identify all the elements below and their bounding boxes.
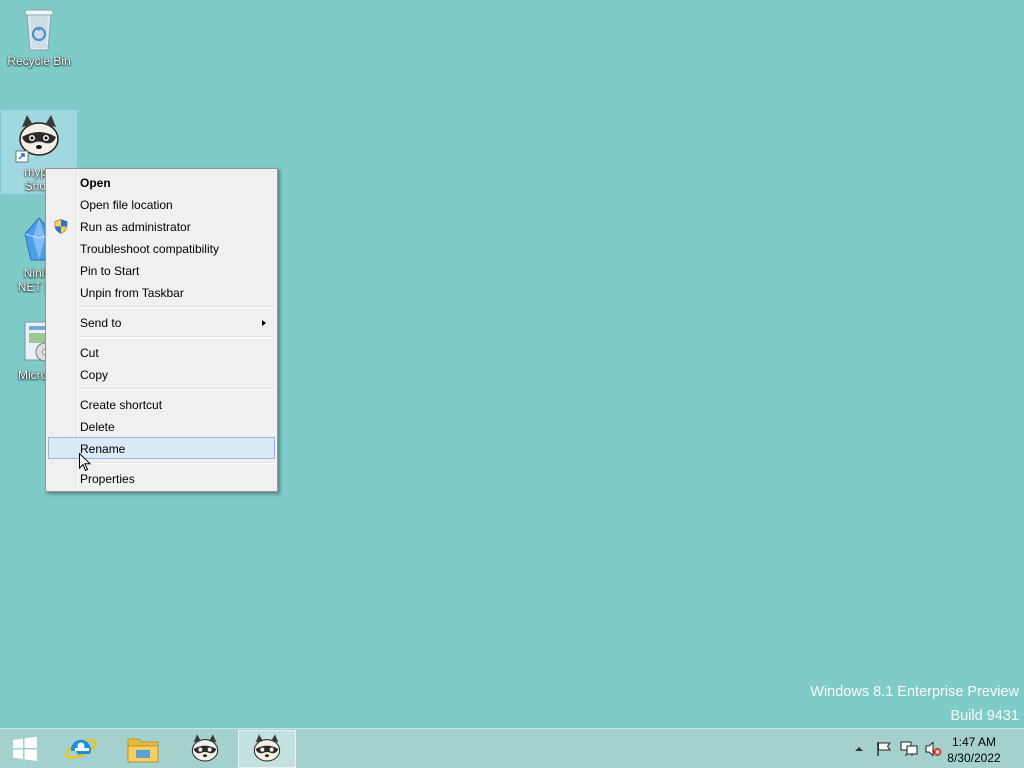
desktop-icon-recycle-bin[interactable]: Recycle Bin: [1, 6, 77, 74]
menu-item-pin-to-start[interactable]: Pin to Start: [48, 259, 275, 281]
file-explorer-icon: [127, 738, 159, 763]
clock-date: 8/30/2022: [947, 751, 1001, 765]
menu-item-label: Open: [80, 176, 111, 190]
show-hidden-icons-chevron-icon[interactable]: [854, 745, 864, 752]
system-tray: 1:47 AM 8/30/2022: [834, 729, 1024, 768]
menu-item-run-as-administrator[interactable]: Run as administrator: [48, 215, 275, 237]
menu-item-label: Copy: [80, 368, 109, 382]
taskbar: 1:47 AM 8/30/2022: [0, 728, 1024, 768]
taskbar-clock[interactable]: 1:47 AM 8/30/2022: [939, 734, 1009, 766]
menu-item-troubleshoot-compatibility[interactable]: Troubleshoot compatibility: [48, 237, 275, 259]
menu-item-open[interactable]: Open: [48, 171, 275, 193]
menu-separator: [78, 336, 275, 338]
uac-shield-icon: [54, 219, 68, 234]
menu-item-label: Create shortcut: [80, 398, 163, 412]
menu-item-unpin-from-taskbar[interactable]: Unpin from Taskbar: [48, 281, 275, 303]
raccoon-app-icon: [191, 734, 219, 762]
menu-item-label: Run as administrator: [80, 220, 191, 234]
menu-item-label: Unpin from Taskbar: [80, 286, 184, 300]
action-center-flag-icon[interactable]: [876, 741, 892, 757]
clock-time: 1:47 AM: [951, 735, 997, 749]
taskbar-raccoon-app-1[interactable]: [176, 730, 234, 768]
submenu-arrow-icon: [262, 320, 266, 326]
menu-item-cut[interactable]: Cut: [48, 341, 275, 363]
menu-item-delete[interactable]: Delete: [48, 415, 275, 437]
watermark-edition: Windows 8.1 Enterprise Preview: [810, 684, 1019, 700]
menu-item-label: Pin to Start: [80, 264, 140, 278]
menu-item-label: Troubleshoot compatibility: [80, 242, 219, 256]
windows-build-watermark: Windows 8.1 Enterprise Preview Build 943…: [810, 684, 1019, 732]
network-icon[interactable]: [900, 741, 918, 757]
menu-item-copy[interactable]: Copy: [48, 363, 275, 385]
desktop-icon-label: Recycle Bin: [7, 54, 71, 68]
menu-item-open-file-location[interactable]: Open file location: [48, 193, 275, 215]
raccoon-app-icon: [253, 734, 281, 762]
mouse-pointer-icon: [79, 453, 91, 472]
raccoon-shortcut-icon: [15, 115, 59, 163]
context-menu: Open Open file location Run as administr…: [45, 168, 278, 492]
menu-item-send-to[interactable]: Send to: [48, 311, 275, 333]
taskbar-internet-explorer[interactable]: [52, 730, 110, 768]
menu-item-label: Properties: [80, 472, 135, 486]
menu-item-label: Open file location: [80, 198, 173, 212]
taskbar-file-explorer[interactable]: [114, 730, 172, 768]
recycle-bin-icon: [24, 9, 54, 51]
watermark-build: Build 9431: [950, 708, 1019, 724]
menu-separator: [78, 462, 275, 464]
taskbar-raccoon-app-2[interactable]: [238, 730, 296, 768]
menu-separator: [78, 306, 275, 308]
internet-explorer-icon: [65, 739, 97, 759]
start-button[interactable]: [0, 730, 50, 768]
menu-item-label: Delete: [80, 420, 115, 434]
menu-item-create-shortcut[interactable]: Create shortcut: [48, 393, 275, 415]
menu-item-label: Send to: [80, 316, 122, 330]
menu-separator: [78, 388, 275, 390]
menu-item-label: Cut: [80, 346, 99, 360]
windows-start-icon: [13, 736, 37, 761]
